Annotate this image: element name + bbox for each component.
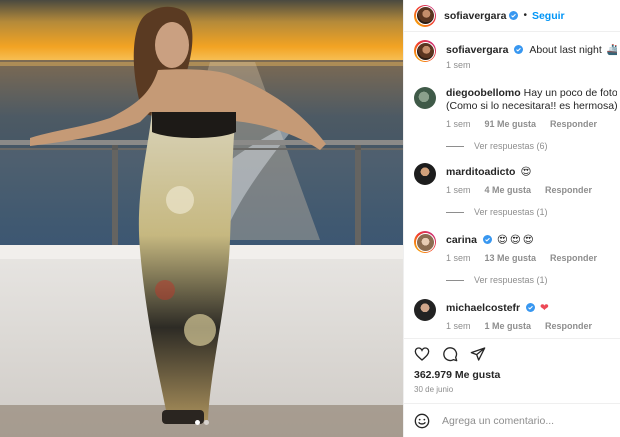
heart-eyes-emoji-icon: 😍 bbox=[509, 234, 521, 246]
reply-button[interactable]: Responder bbox=[545, 321, 592, 331]
replies-divider bbox=[446, 145, 464, 147]
comment-username[interactable]: diegoobellomo bbox=[446, 87, 521, 99]
post-photo[interactable] bbox=[0, 0, 403, 437]
comment-line: carina 😍 😍 😍 bbox=[446, 231, 617, 247]
follow-button[interactable]: Seguir bbox=[532, 10, 565, 22]
comment-meta: 1 sem 4 Me gusta Responder bbox=[446, 185, 617, 195]
comment-likes[interactable]: 13 Me gusta bbox=[485, 253, 537, 263]
comment-likes[interactable]: 4 Me gusta bbox=[485, 185, 532, 195]
comment-time: 1 sem bbox=[446, 185, 471, 195]
comment-meta: 1 sem 1 Me gusta Responder bbox=[446, 321, 617, 331]
carousel-indicator bbox=[0, 420, 403, 425]
comment-input[interactable]: Agrega un comentario... bbox=[442, 415, 554, 427]
comment-meta: 1 sem 13 Me gusta Responder bbox=[446, 253, 617, 263]
verified-badge-icon bbox=[526, 303, 536, 312]
caption-username[interactable]: sofiavergara bbox=[446, 44, 508, 56]
reply-button[interactable]: Responder bbox=[545, 185, 592, 195]
comments-list[interactable]: sofiavergara About last night 🚢❤ 1 sem d… bbox=[404, 40, 620, 332]
likes-count[interactable]: 362.979 Me gusta bbox=[414, 369, 610, 381]
verified-badge-icon bbox=[482, 235, 492, 244]
post-actions: 362.979 Me gusta 30 de junio bbox=[404, 338, 620, 394]
comment-item: carina 😍 😍 😍 1 sem 13 Me gusta Responder V… bbox=[404, 231, 620, 287]
author-avatar[interactable] bbox=[414, 4, 436, 27]
replies-divider bbox=[446, 279, 464, 281]
comment-line: michaelcostefr ❤ bbox=[446, 299, 617, 315]
view-replies-label: Ver respuestas (1) bbox=[474, 207, 548, 217]
comment-item: diegoobellomoHay un poco de foto en t (C… bbox=[404, 87, 620, 155]
comment-text: Hay un poco de foto en t bbox=[523, 87, 617, 99]
view-replies-button[interactable]: Ver respuestas (1) bbox=[446, 207, 617, 217]
comment-item: marditoadicto 😍 1 sem 4 Me gusta Responde… bbox=[404, 163, 620, 219]
comment-avatar[interactable] bbox=[414, 87, 436, 109]
comment-meta: 1 sem 91 Me gusta Responder bbox=[446, 119, 617, 129]
comment-item: michaelcostefr ❤ 1 sem 1 Me gusta Respon… bbox=[404, 299, 620, 332]
action-icons bbox=[414, 343, 610, 365]
photo-image bbox=[0, 0, 403, 437]
verified-badge-icon bbox=[509, 11, 519, 20]
comment-time: 1 sem bbox=[446, 321, 471, 331]
view-replies-label: Ver respuestas (1) bbox=[474, 275, 548, 285]
add-comment-bar[interactable]: Agrega un comentario... bbox=[404, 403, 620, 437]
comment-avatar[interactable] bbox=[414, 231, 436, 253]
view-replies-button[interactable]: Ver respuestas (1) bbox=[446, 275, 617, 285]
view-replies-button[interactable]: Ver respuestas (6) bbox=[446, 141, 617, 151]
heart-outline-icon[interactable] bbox=[414, 346, 430, 362]
heart-eyes-emoji-icon: 😍 bbox=[496, 234, 508, 246]
comment-time: 1 sem bbox=[446, 119, 471, 129]
heart-eyes-emoji-icon: 😍 bbox=[520, 166, 532, 178]
comment-username[interactable]: marditoadicto bbox=[446, 166, 515, 178]
view-replies-label: Ver respuestas (6) bbox=[474, 141, 548, 151]
comment-line: diegoobellomoHay un poco de foto en t bbox=[446, 87, 617, 100]
instagram-post-view: sofiavergara • Seguir sofiavergara About… bbox=[0, 0, 620, 437]
caption-item: sofiavergara About last night 🚢❤ 1 sem bbox=[404, 40, 620, 78]
ship-emoji-icon: 🚢 bbox=[606, 44, 617, 56]
caption-time: 1 sem bbox=[446, 60, 471, 70]
comment-username[interactable]: carina bbox=[446, 234, 477, 246]
comment-avatar[interactable] bbox=[414, 163, 436, 185]
comment-likes[interactable]: 91 Me gusta bbox=[485, 119, 537, 129]
replies-divider bbox=[446, 211, 464, 213]
comment-time: 1 sem bbox=[446, 253, 471, 263]
post-date: 30 de junio bbox=[414, 385, 454, 394]
caption-avatar[interactable] bbox=[414, 40, 436, 62]
author-username[interactable]: sofiavergara bbox=[444, 10, 506, 22]
verified-badge-icon bbox=[514, 45, 524, 54]
heart-eyes-emoji-icon: 😍 bbox=[522, 234, 534, 246]
caption-meta: 1 sem bbox=[446, 60, 617, 70]
post-side-panel: sofiavergara • Seguir sofiavergara About… bbox=[403, 0, 620, 437]
reply-button[interactable]: Responder bbox=[550, 119, 597, 129]
carousel-dot bbox=[194, 420, 200, 425]
comment-text-continued: (Como si lo necesitara!! es hermosa) bbox=[446, 100, 617, 112]
comment-likes[interactable]: 1 Me gusta bbox=[485, 321, 532, 331]
comment-username[interactable]: michaelcostefr bbox=[446, 302, 520, 314]
carousel-dot bbox=[203, 420, 209, 425]
comment-bubble-icon[interactable] bbox=[442, 346, 458, 362]
smiley-icon[interactable] bbox=[414, 413, 430, 429]
post-header: sofiavergara • Seguir bbox=[404, 0, 620, 32]
comment-avatar[interactable] bbox=[414, 299, 436, 321]
header-separator: • bbox=[523, 10, 527, 21]
paper-plane-icon[interactable] bbox=[470, 346, 486, 362]
caption-text: About last night bbox=[529, 44, 602, 56]
comment-line: marditoadicto 😍 bbox=[446, 163, 617, 179]
reply-button[interactable]: Responder bbox=[550, 253, 597, 263]
heart-emoji-icon: ❤ bbox=[540, 302, 549, 314]
